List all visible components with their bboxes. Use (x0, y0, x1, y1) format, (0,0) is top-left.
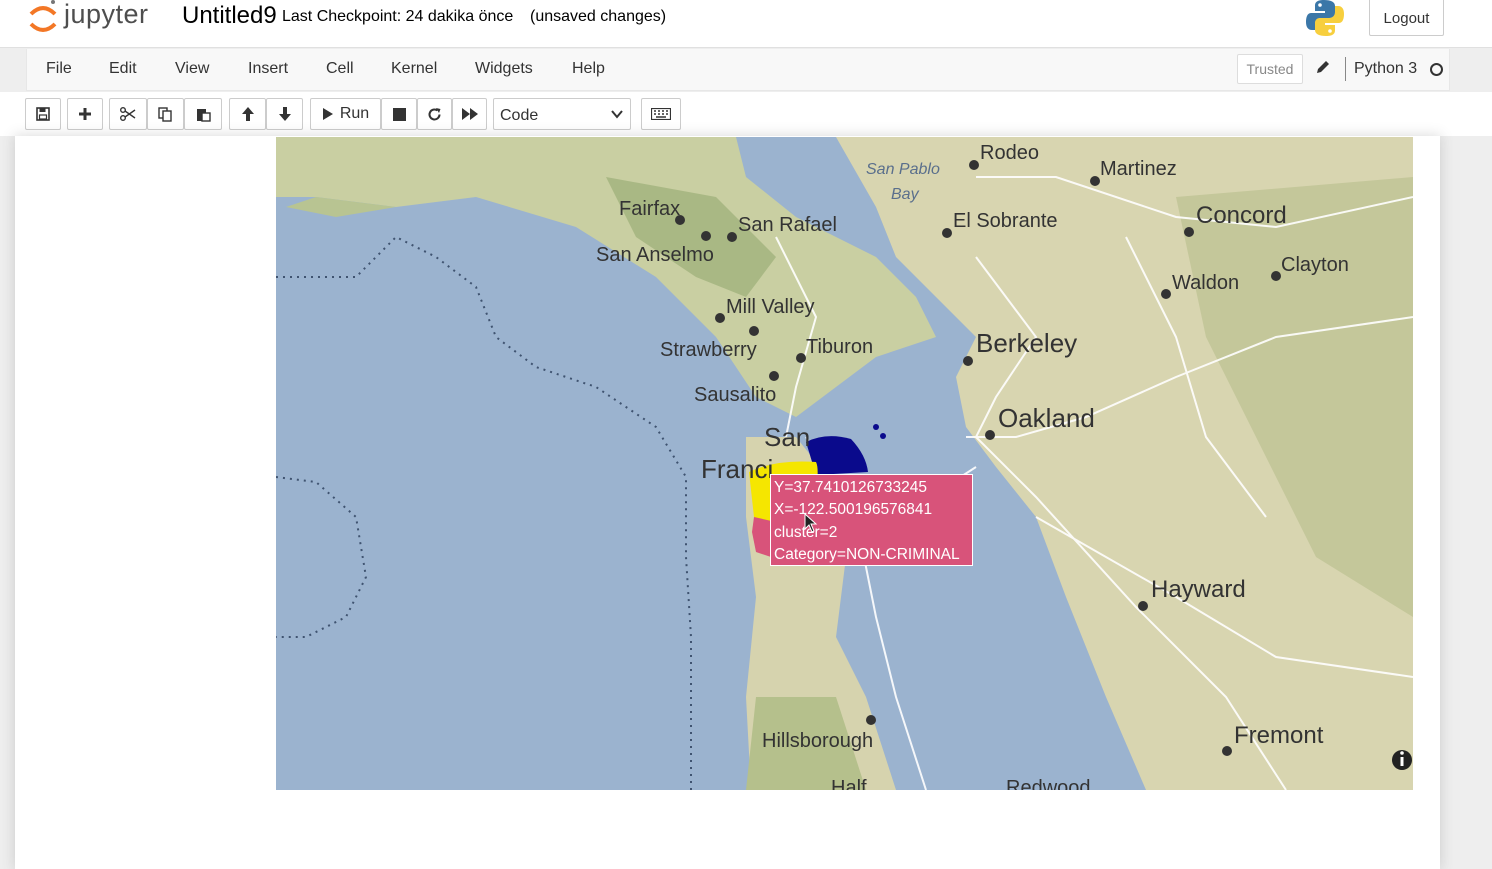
label-fairfax: Fairfax (619, 198, 680, 220)
label-tiburon: Tiburon (806, 336, 873, 358)
label-san: San (764, 422, 810, 452)
move-up-button[interactable] (229, 98, 266, 130)
label-fremont: Fremont (1234, 722, 1324, 749)
command-palette-button[interactable] (641, 98, 681, 130)
label-franci: Franci (701, 454, 773, 484)
restart-button[interactable] (417, 98, 452, 130)
logout-button[interactable]: Logout (1369, 0, 1444, 36)
restart-icon (428, 107, 441, 120)
cluster-navy-point[interactable] (880, 433, 886, 439)
run-button[interactable]: Run (310, 98, 381, 130)
menu-bar: File Edit View Insert Cell Kernel Widget… (26, 49, 1450, 91)
cell-type-value: Code (500, 107, 539, 124)
toolbar: Run Code (0, 92, 1492, 136)
python-logo-icon (1306, 0, 1344, 43)
info-icon[interactable] (1392, 750, 1412, 770)
kernel-name[interactable]: Python 3 (1354, 60, 1417, 78)
menu-view[interactable]: View (175, 60, 209, 78)
label-bay: Bay (891, 186, 920, 203)
restart-run-all-button[interactable] (452, 98, 487, 130)
trusted-indicator[interactable]: Trusted (1237, 54, 1303, 84)
notebook-header: jupyter Untitled9 Last Checkpoint: 24 da… (0, 0, 1492, 48)
label-martinez: Martinez (1100, 158, 1177, 180)
copy-button[interactable] (147, 98, 184, 130)
cluster-navy-point[interactable] (873, 424, 879, 430)
save-button[interactable] (25, 98, 61, 130)
checkpoint-status: Last Checkpoint: 24 dakika önce (282, 8, 514, 25)
fast-forward-icon (461, 108, 478, 120)
label-san-pablo: San Pablo (866, 161, 940, 178)
label-hillsborough: Hillsborough (762, 730, 873, 752)
menu-insert[interactable]: Insert (248, 60, 288, 78)
plus-icon (79, 108, 91, 120)
menu-cell[interactable]: Cell (326, 60, 354, 78)
chevron-down-icon (611, 110, 623, 119)
label-hayward: Hayward (1151, 576, 1246, 603)
label-rodeo: Rodeo (980, 142, 1039, 164)
cell-type-select[interactable]: Code (493, 98, 631, 130)
paste-button[interactable] (184, 98, 222, 130)
label-san-rafael: San Rafael (738, 214, 837, 236)
label-berkeley: Berkeley (976, 328, 1077, 358)
arrow-up-icon (241, 107, 254, 121)
label-mill-valley: Mill Valley (726, 296, 815, 318)
kernel-separator (1345, 57, 1346, 81)
kernel-idle-indicator-icon (1430, 63, 1443, 76)
tooltip-y: Y=37.7410126733245 (774, 479, 928, 496)
label-redwood: Redwood (1006, 777, 1091, 790)
label-strawberry: Strawberry (660, 339, 757, 361)
save-icon (36, 107, 50, 121)
menu-edit[interactable]: Edit (109, 60, 137, 78)
keyboard-icon (651, 108, 671, 120)
mouse-cursor-icon (804, 512, 818, 538)
notebook-name[interactable]: Untitled9 (182, 2, 277, 30)
cut-button[interactable] (109, 98, 147, 130)
label-clayton: Clayton (1281, 254, 1349, 276)
label-half: Half (831, 777, 867, 790)
hover-tooltip: Y=37.7410126733245 X=-122.500196576841 c… (770, 474, 973, 566)
cluster-map[interactable]: Rodeo Martinez San Pablo Bay Fairfax San… (276, 137, 1413, 790)
label-concord: Concord (1196, 202, 1287, 229)
menu-widgets[interactable]: Widgets (475, 60, 533, 78)
jupyter-logo-icon (29, 0, 57, 32)
run-button-label: Run (339, 105, 370, 122)
menu-kernel[interactable]: Kernel (391, 60, 437, 78)
insert-cell-button[interactable] (67, 98, 103, 130)
label-oakland: Oakland (998, 403, 1095, 433)
move-down-button[interactable] (266, 98, 303, 130)
jupyter-logo[interactable]: jupyter (28, 0, 149, 36)
interrupt-button[interactable] (381, 98, 417, 130)
pencil-icon[interactable] (1315, 59, 1331, 80)
autosave-status: (unsaved changes) (530, 8, 667, 25)
logo-text: jupyter (64, 0, 149, 29)
menu-help[interactable]: Help (572, 60, 605, 78)
label-san-anselmo: San Anselmo (596, 244, 714, 266)
stop-icon (392, 107, 406, 121)
arrow-down-icon (278, 107, 291, 121)
tooltip-category: Category=NON-CRIMINAL (774, 546, 960, 564)
play-icon (322, 108, 333, 120)
scissors-icon (120, 107, 136, 121)
menu-file[interactable]: File (46, 60, 72, 78)
paste-icon (196, 108, 211, 122)
label-sausalito: Sausalito (694, 384, 776, 406)
label-el-sobrante: El Sobrante (953, 210, 1058, 232)
label-waldon: Waldon (1172, 272, 1239, 294)
copy-icon (158, 106, 172, 122)
map-canvas[interactable]: Rodeo Martinez San Pablo Bay Fairfax San… (276, 137, 1413, 790)
